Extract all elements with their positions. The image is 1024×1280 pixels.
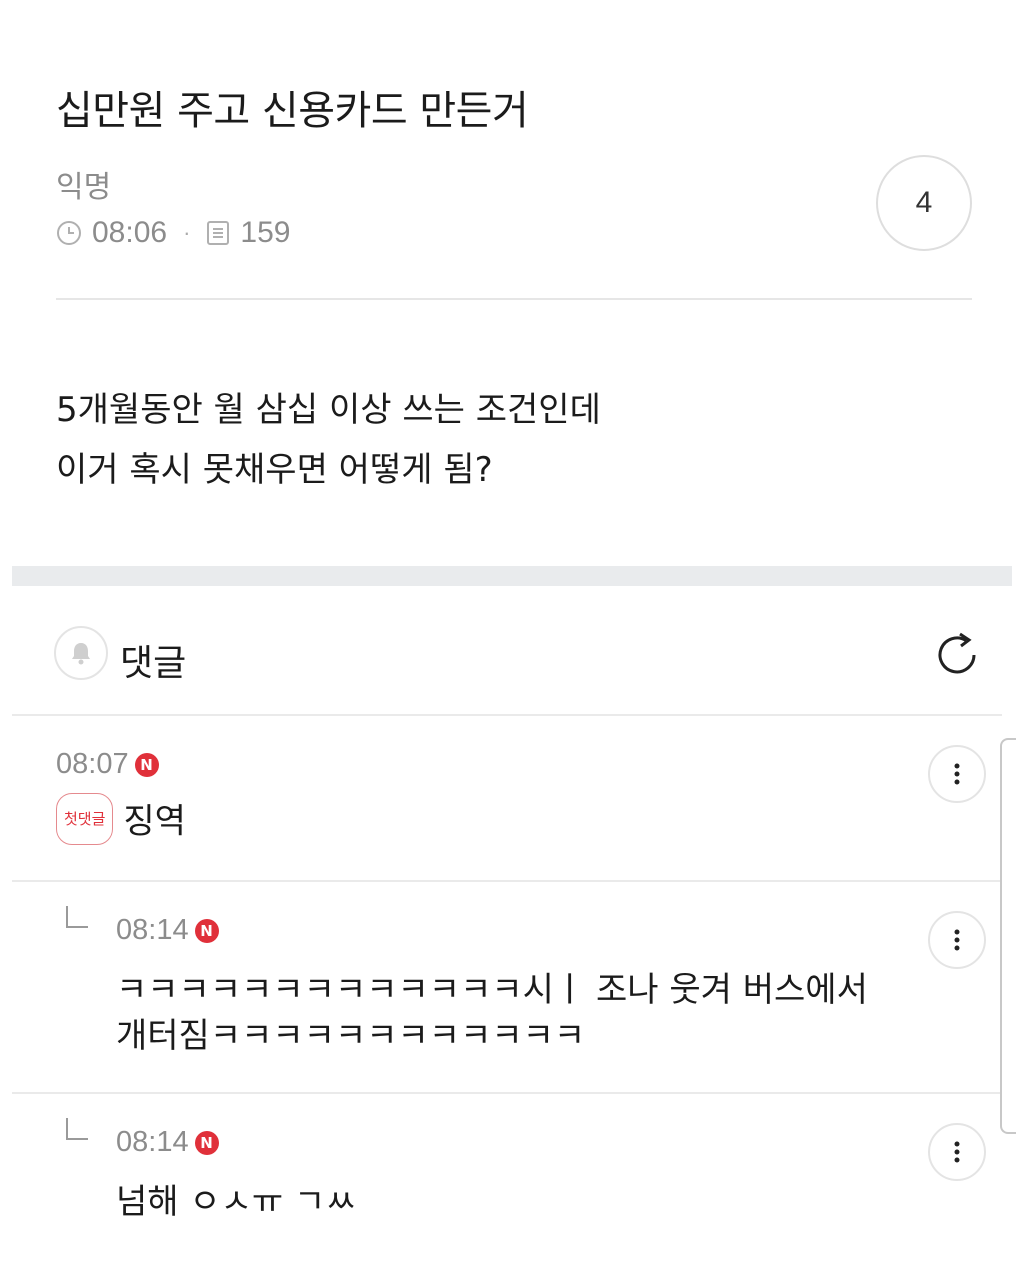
comment-more-button[interactable] — [928, 911, 986, 969]
comment-time: 08:14 — [116, 914, 189, 946]
post-body-line: 5개월동안 월 삼십 이상 쓰는 조건인데 — [56, 390, 601, 430]
more-vertical-icon — [954, 763, 960, 785]
reply-item: 08:14 N 넘해 ㅇㅅㅠ ㄱㅆ — [116, 1126, 916, 1236]
comment-text-row: 첫댓글 징역 — [56, 793, 976, 849]
scrollbar[interactable] — [1000, 738, 1016, 1134]
section-separator — [12, 566, 1012, 586]
row-divider — [12, 714, 1002, 716]
comments-label: 댓글 — [120, 643, 187, 684]
comment-time: 08:14 — [116, 1126, 189, 1158]
post-header: 십만원 주고 신용카드 만든거 익명 08:06 · 159 4 — [56, 0, 972, 300]
comment-time-row: 08:14 N — [116, 914, 916, 947]
more-vertical-icon — [954, 1141, 960, 1163]
notification-bell-button[interactable] — [54, 626, 108, 680]
comment-text: ㅋㅋㅋㅋㅋㅋㅋㅋㅋㅋㅋㅋㅋ시ㅣ 조나 웃겨 버스에서 개터짐ㅋㅋㅋㅋㅋㅋㅋㅋㅋㅋ… — [116, 967, 916, 1059]
reply-arrow-icon — [66, 1118, 88, 1140]
more-vertical-icon — [954, 929, 960, 951]
post-time: 08:06 — [92, 216, 168, 249]
post-author: 익명 — [56, 170, 112, 205]
header-divider — [56, 298, 972, 300]
post-views: 159 — [240, 216, 291, 249]
bell-icon — [72, 643, 90, 665]
post-body-line: 이거 혹시 못채우면 어떻게 됨? — [56, 450, 493, 490]
reply-item: 08:14 N ㅋㅋㅋㅋㅋㅋㅋㅋㅋㅋㅋㅋㅋ시ㅣ 조나 웃겨 버스에서 개터짐ㅋㅋ… — [116, 914, 916, 1064]
first-comment-badge: 첫댓글 — [56, 793, 114, 845]
comment-more-button[interactable] — [928, 745, 986, 803]
comment-text-line: ㅋㅋㅋㅋㅋㅋㅋㅋㅋㅋㅋㅋㅋ시ㅣ 조나 웃겨 버스에서 — [116, 970, 868, 1010]
comment-text-line: 개터짐ㅋㅋㅋㅋㅋㅋㅋㅋㅋㅋㅋㅋ — [116, 1016, 586, 1056]
comment-more-button[interactable] — [928, 1123, 986, 1181]
comment-text: 징역 — [123, 801, 186, 842]
comments-header: 댓글 — [54, 626, 984, 696]
row-divider — [12, 880, 1002, 882]
comment-time: 08:07 — [56, 748, 129, 780]
comment-count-button[interactable]: 4 — [876, 155, 972, 251]
comment-text: 넘해 ㅇㅅㅠ ㄱㅆ — [116, 1182, 357, 1222]
post-meta: 08:06 · 159 — [56, 216, 290, 250]
new-badge: N — [194, 1130, 219, 1155]
clock-icon — [57, 221, 81, 245]
new-badge: N — [194, 918, 219, 943]
document-icon — [207, 221, 230, 245]
comment-time-row: 08:14 N — [116, 1126, 916, 1159]
comment-item: 08:07 N 첫댓글 징역 — [56, 748, 976, 858]
post-body: 5개월동안 월 삼십 이상 쓰는 조건인데 이거 혹시 못채우면 어떻게 됨? — [56, 380, 601, 500]
new-badge: N — [134, 752, 159, 777]
refresh-icon[interactable] — [930, 628, 984, 682]
post-title: 십만원 주고 신용카드 만든거 — [56, 88, 529, 134]
comment-time-row: 08:07 N — [56, 748, 976, 781]
reply-arrow-icon — [66, 906, 88, 928]
meta-separator: · — [183, 220, 191, 245]
row-divider — [12, 1092, 1002, 1094]
